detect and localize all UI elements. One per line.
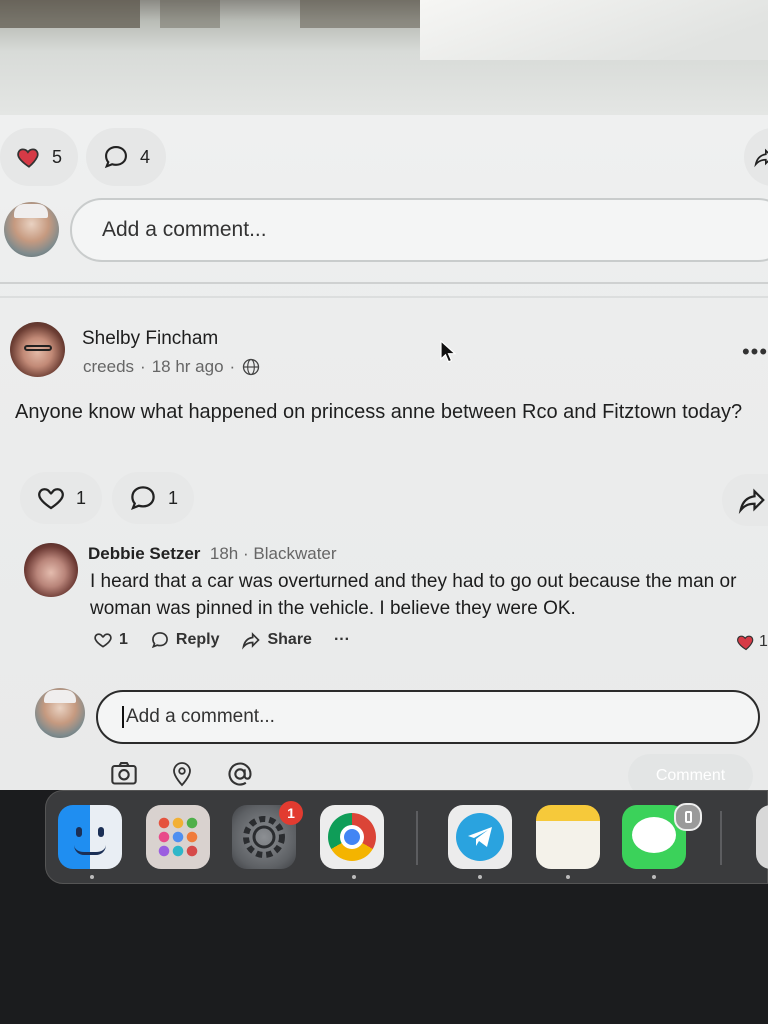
- comment-input[interactable]: Add a comment...: [96, 690, 760, 744]
- post-comment-button[interactable]: 1: [112, 472, 195, 524]
- mouse-cursor-icon: [440, 340, 456, 363]
- top-comment-count: 4: [140, 146, 151, 167]
- dock-separator: [720, 811, 722, 865]
- post-photo[interactable]: [0, 0, 768, 115]
- comment-bubble-icon: [151, 632, 168, 649]
- reply-like-button[interactable]: 1: [93, 630, 128, 650]
- top-share-button[interactable]: [744, 128, 768, 186]
- post-group[interactable]: creeds: [83, 357, 134, 377]
- browser-viewport: 5 4 Add a comment... Shelby Fincham cree…: [0, 0, 768, 790]
- current-user-avatar[interactable]: [35, 688, 85, 738]
- post-like-button[interactable]: 1: [20, 472, 103, 524]
- comment-bubble-icon: [131, 486, 155, 510]
- post-time[interactable]: 18 hr ago: [152, 357, 224, 377]
- telegram-icon[interactable]: [448, 805, 512, 869]
- running-indicator: [90, 875, 94, 879]
- text-caret: [122, 706, 124, 728]
- post-author-avatar[interactable]: [10, 322, 65, 377]
- top-comment-input[interactable]: Add a comment...: [70, 198, 768, 262]
- top-like-count: 5: [52, 146, 63, 167]
- heart-filled-icon: [17, 148, 39, 168]
- reply-author-name[interactable]: Debbie Setzer: [88, 544, 200, 563]
- share-arrow-icon: [754, 148, 768, 168]
- heart-filled-icon: [737, 635, 754, 651]
- reply-like-count: 1: [119, 631, 128, 648]
- globe-icon: [243, 358, 260, 376]
- reply-text: I heard that a car was overturned and th…: [90, 571, 737, 619]
- location-pin-icon[interactable]: [170, 760, 194, 788]
- top-post-reactions: 5 4: [0, 128, 167, 186]
- heart-outline-icon: [38, 488, 64, 510]
- post-more-options-icon[interactable]: •••: [742, 339, 768, 364]
- launchpad-icon[interactable]: [146, 805, 210, 869]
- share-arrow-icon: [242, 632, 261, 650]
- post-text: Anyone know what happened on princess an…: [15, 401, 743, 423]
- comment-bubble-icon: [104, 146, 127, 169]
- reply-header: Debbie Setzer 18h · Blackwater: [88, 544, 337, 564]
- reply-label: Reply: [175, 631, 220, 648]
- dock-overflow-app-icon[interactable]: [756, 805, 768, 869]
- reply-share-button[interactable]: Share: [241, 630, 312, 650]
- post-meta: creeds · 18 hr ago ·: [83, 357, 261, 377]
- reply-reaction-summary[interactable]: 1: [736, 632, 768, 652]
- running-indicator: [652, 875, 656, 879]
- meta-separator: ·: [243, 544, 249, 563]
- section-divider: [0, 282, 768, 284]
- reply-author-avatar[interactable]: [24, 543, 78, 597]
- post-comment-count: 1: [168, 487, 179, 508]
- heart-outline-icon: [94, 633, 112, 648]
- reply-location[interactable]: Blackwater: [253, 544, 336, 563]
- post-share-button[interactable]: [722, 474, 768, 526]
- reply-time[interactable]: 18h: [210, 544, 238, 563]
- running-indicator: [566, 875, 570, 879]
- reply-more-options-icon[interactable]: ···: [334, 631, 350, 649]
- settings-notification-badge: 1: [279, 801, 303, 825]
- current-user-avatar[interactable]: [4, 202, 59, 257]
- camera-icon[interactable]: [110, 760, 138, 786]
- running-indicator: [478, 875, 482, 879]
- mention-at-icon[interactable]: [226, 760, 254, 788]
- top-like-button[interactable]: 5: [0, 128, 79, 186]
- meta-separator: ·: [140, 357, 146, 376]
- finder-icon[interactable]: [58, 805, 122, 869]
- share-arrow-icon: [738, 488, 765, 515]
- post-author-name[interactable]: Shelby Fincham: [82, 328, 218, 350]
- notes-icon[interactable]: [536, 805, 600, 869]
- reply-reply-button[interactable]: Reply: [150, 630, 220, 650]
- comment-submit-button[interactable]: Comment: [628, 754, 753, 790]
- messages-status-badge: [674, 803, 702, 831]
- paper-plane-icon: [468, 827, 492, 847]
- dock-separator: [416, 811, 418, 865]
- reply-reaction-count: 1: [759, 633, 768, 650]
- chrome-icon[interactable]: [320, 805, 384, 869]
- macos-dock: 1: [45, 790, 768, 884]
- reply-actions: 1 Reply Share ···: [93, 630, 350, 650]
- meta-separator: ·: [229, 357, 236, 376]
- section-divider: [0, 296, 768, 298]
- post-like-count: 1: [76, 487, 87, 508]
- top-comment-placeholder: Add a comment...: [102, 218, 267, 241]
- top-comment-button[interactable]: 4: [86, 128, 167, 186]
- comment-placeholder: Add a comment...: [126, 706, 275, 727]
- running-indicator: [352, 875, 356, 879]
- composer-tools: [110, 760, 254, 788]
- share-label: Share: [267, 631, 312, 648]
